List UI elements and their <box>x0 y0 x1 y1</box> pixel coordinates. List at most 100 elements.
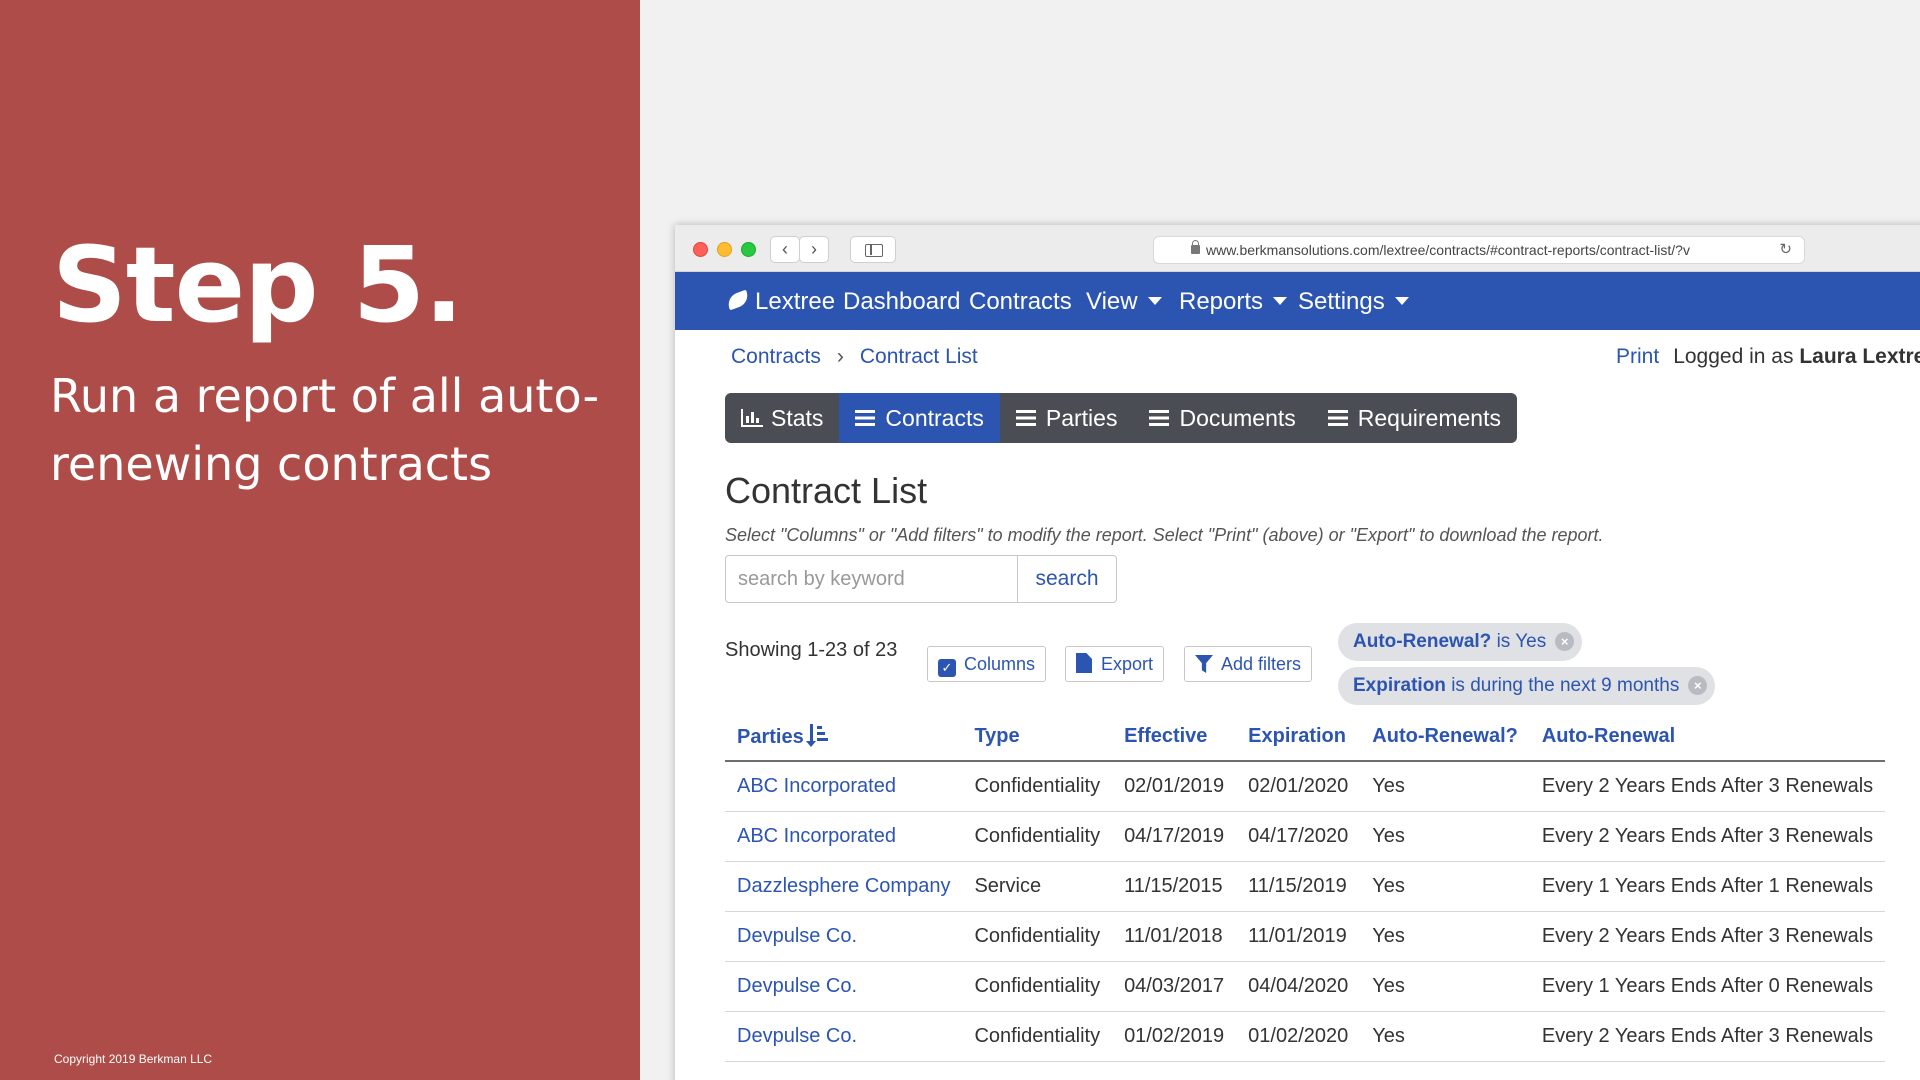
browser-window: ‹ › www.berkmansolutions.com/lextree/con… <box>675 225 1920 1080</box>
export-button[interactable]: Export <box>1065 646 1165 682</box>
back-icon[interactable]: ‹ <box>770 236 800 263</box>
breadcrumb-contract-list[interactable]: Contract List <box>860 345 978 368</box>
help-text: Select "Columns" or "Add filters" to mod… <box>725 525 1604 545</box>
column-header-auto-renewal[interactable]: Auto-Renewal <box>1529 713 1886 762</box>
column-header-type[interactable]: Type <box>962 713 1113 762</box>
party-link[interactable]: Devpulse Co. <box>725 1011 963 1062</box>
auto-renewal-cell: Every 2 Years Ends After 3 Renewals <box>1529 811 1886 862</box>
column-header-parties[interactable]: Parties <box>725 713 963 762</box>
table-row: Dazzlesphere Company Service 11/15/2015 … <box>725 861 1886 912</box>
auto-renewal-cell: Every 2 Years Ends After 3 Renewals <box>1529 1011 1886 1062</box>
column-header-effective[interactable]: Effective <box>1112 713 1237 762</box>
slide-left-panel: Step 5. Run a report of all auto-renewin… <box>0 0 640 1080</box>
list-icon <box>1015 410 1036 426</box>
browser-toolbar: ‹ › www.berkmansolutions.com/lextree/con… <box>675 225 1920 272</box>
party-link[interactable]: Dazzlesphere Company <box>725 861 963 912</box>
party-link[interactable]: ABC Incorporated <box>725 761 963 812</box>
columns-button[interactable]: ✓ Columns <box>927 646 1047 682</box>
header-right: Print Logged in as Laura Lextree <box>1616 345 1920 369</box>
list-icon <box>855 410 876 426</box>
expiration-cell: 11/15/2019 <box>1236 861 1361 912</box>
nav-settings-dropdown[interactable]: Settings <box>1298 288 1409 316</box>
chevron-right-icon: › <box>836 345 844 368</box>
effective-cell: 04/17/2019 <box>1112 811 1237 862</box>
column-header-auto-renewal-flag[interactable]: Auto-Renewal? <box>1360 713 1530 762</box>
forward-icon[interactable]: › <box>799 236 829 263</box>
type-cell: Confidentiality <box>962 811 1113 862</box>
lock-icon <box>1191 240 1200 254</box>
party-link[interactable]: Devpulse Co. <box>725 911 963 962</box>
tab-parties[interactable]: Parties <box>1000 393 1134 443</box>
table-row: ABC Incorporated Confidentiality 02/01/2… <box>725 761 1886 812</box>
table-row: Devpulse Co. Confidentiality 04/03/2017 … <box>725 961 1886 1012</box>
step-description: Run a report of all auto-renewing contra… <box>50 369 600 491</box>
result-count: Showing 1-23 of 23 <box>725 639 898 661</box>
party-link[interactable]: Devpulse Co. <box>725 961 963 1012</box>
print-link[interactable]: Print <box>1616 345 1659 368</box>
type-cell: Service <box>962 861 1113 912</box>
list-icon <box>1149 410 1170 426</box>
nav-dashboard[interactable]: Dashboard <box>843 288 960 316</box>
checkbox-icon: ✓ <box>938 659 956 677</box>
table-row: Devpulse Co. Confidentiality 11/01/2018 … <box>725 911 1886 962</box>
party-link[interactable]: ABC Incorporated <box>725 811 963 862</box>
filter-icon <box>1195 655 1213 673</box>
brand-link[interactable]: Lextree <box>725 288 836 316</box>
table-header-row: Parties Type Effective Expiration Auto-R… <box>725 713 1886 762</box>
nav-contracts[interactable]: Contracts <box>969 288 1072 316</box>
reload-icon[interactable]: ↻ <box>1779 237 1792 263</box>
expiration-cell: 04/04/2020 <box>1236 961 1361 1012</box>
document-icon <box>1076 653 1092 673</box>
tab-stats[interactable]: Stats <box>725 393 839 443</box>
search-button[interactable]: search <box>1017 555 1117 603</box>
tab-documents[interactable]: Documents <box>1133 393 1311 443</box>
contracts-table: Parties Type Effective Expiration Auto-R… <box>725 713 1886 1062</box>
copyright-text: Copyright 2019 Berkman LLC <box>54 1052 213 1066</box>
app-navbar: Lextree Dashboard Contracts View Reports… <box>675 272 1920 330</box>
caret-down-icon <box>1147 297 1162 305</box>
nav-reports-dropdown[interactable]: Reports <box>1179 288 1288 316</box>
filter-chip-auto-renewal: Auto-Renewal? is Yes × <box>1338 623 1583 661</box>
effective-cell: 11/15/2015 <box>1112 861 1237 912</box>
auto-renewal-flag-cell: Yes <box>1360 961 1530 1012</box>
bar-chart-icon <box>741 409 763 427</box>
effective-cell: 02/01/2019 <box>1112 761 1237 812</box>
breadcrumb-contracts[interactable]: Contracts <box>731 345 821 368</box>
table-row: ABC Incorporated Confidentiality 04/17/2… <box>725 811 1886 862</box>
auto-renewal-flag-cell: Yes <box>1360 861 1530 912</box>
auto-renewal-flag-cell: Yes <box>1360 911 1530 962</box>
type-cell: Confidentiality <box>962 1011 1113 1062</box>
breadcrumb: Contracts › Contract List <box>731 345 978 369</box>
table-row: Devpulse Co. Confidentiality 01/02/2019 … <box>725 1011 1886 1062</box>
filter-chip-expiration: Expiration is during the next 9 months × <box>1338 667 1716 705</box>
auto-renewal-cell: Every 1 Years Ends After 0 Renewals <box>1529 961 1886 1012</box>
auto-renewal-cell: Every 1 Years Ends After 1 Renewals <box>1529 861 1886 912</box>
close-window-button[interactable] <box>693 242 708 257</box>
tab-requirements[interactable]: Requirements <box>1312 393 1517 443</box>
remove-filter-icon[interactable]: × <box>1555 632 1575 651</box>
effective-cell: 11/01/2018 <box>1112 911 1237 962</box>
logged-in-label: Logged in as <box>1673 345 1794 368</box>
list-icon <box>1327 410 1348 426</box>
user-name: Laura Lextree <box>1799 345 1920 368</box>
page-title: Contract List <box>725 470 928 511</box>
search-input[interactable] <box>725 555 1017 603</box>
brand-label: Lextree <box>755 288 836 315</box>
sidebar-icon[interactable] <box>850 236 896 263</box>
column-header-expiration[interactable]: Expiration <box>1236 713 1361 762</box>
tab-contracts[interactable]: Contracts <box>839 393 1000 443</box>
remove-filter-icon[interactable]: × <box>1688 676 1708 695</box>
zoom-window-button[interactable] <box>741 242 756 257</box>
minimize-window-button[interactable] <box>717 242 732 257</box>
type-cell: Confidentiality <box>962 961 1113 1012</box>
expiration-cell: 04/17/2020 <box>1236 811 1361 862</box>
nav-view-dropdown[interactable]: View <box>1086 288 1162 316</box>
add-filters-button[interactable]: Add filters <box>1184 646 1313 682</box>
effective-cell: 01/02/2019 <box>1112 1011 1237 1062</box>
caret-down-icon <box>1273 297 1288 305</box>
expiration-cell: 02/01/2020 <box>1236 761 1361 812</box>
auto-renewal-cell: Every 2 Years Ends After 3 Renewals <box>1529 761 1886 812</box>
url-text: www.berkmansolutions.com/lextree/contrac… <box>1206 242 1690 258</box>
type-cell: Confidentiality <box>962 911 1113 962</box>
address-bar[interactable]: www.berkmansolutions.com/lextree/contrac… <box>1153 236 1805 264</box>
